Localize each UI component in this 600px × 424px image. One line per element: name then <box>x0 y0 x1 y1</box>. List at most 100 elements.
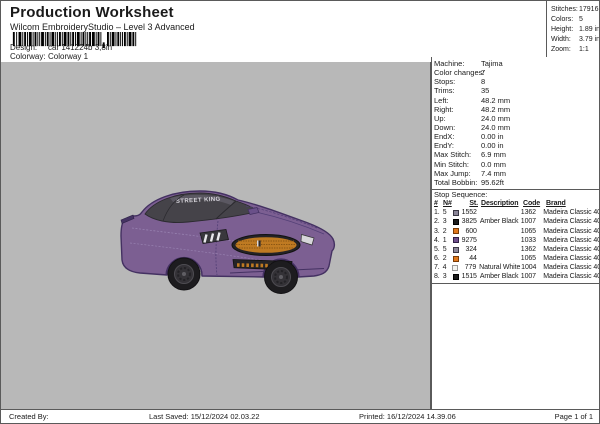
stitch-count: 779 <box>464 264 477 272</box>
stitch-count: 1552 <box>461 209 477 217</box>
swatch-cell <box>452 272 462 281</box>
thread-description <box>480 236 519 245</box>
page-number: Page 1 of 1 <box>554 412 593 421</box>
stop-sequence-table: 1. 5 1552 1362 Madeira Classic 40 2. 3 3… <box>434 208 600 282</box>
stats-value: 5 <box>579 16 583 23</box>
colorway-name: Colorway 1 <box>48 52 89 61</box>
col-header-brand: Brand <box>546 199 566 207</box>
thread-description: Amber Black <box>479 218 519 226</box>
stats-label: Colors: <box>551 16 574 23</box>
thread-brand: Madeira Classic 40 <box>543 273 600 281</box>
stats-row: Height: 1.89 in <box>551 25 600 35</box>
machine-info-row: Min Stitch: 0.0 mm <box>434 159 599 169</box>
machine-info-value: 95.62ft <box>481 177 504 187</box>
machine-info-label: Right: <box>434 104 454 114</box>
stats-value: 3.79 in <box>579 36 600 43</box>
machine-info-label: Color changes: <box>434 68 485 78</box>
stop-number: 3. <box>434 227 440 235</box>
machine-info-row: Total Bobbin: 95.62ft <box>434 177 599 187</box>
needle-number: 3 <box>442 273 447 281</box>
needle-number: 2 <box>442 255 447 263</box>
stop-number: 8. <box>434 273 440 281</box>
stop-number: 4. <box>434 236 440 244</box>
stats-row: Zoom: 1:1 <box>551 45 599 55</box>
machine-info-label: Machine: <box>434 59 465 68</box>
stitch-count: 600 <box>465 227 477 235</box>
stop-sequence-row: 7. 4 779 Natural White 1004 Madeira Clas… <box>434 263 599 272</box>
thread-brand: Madeira Classic 40 <box>543 209 600 217</box>
machine-info-value: 6.9 mm <box>481 150 507 160</box>
swatch-cell <box>452 217 462 226</box>
stitch-count: 1515 <box>461 273 477 281</box>
machine-info-row: Right: 48.2 mm <box>434 104 599 114</box>
design-row: Design: car 141224b 3,8in <box>10 43 112 52</box>
machine-info-label: Max Jump: <box>434 168 471 178</box>
machine-info-value: Tajima <box>481 59 503 68</box>
machine-info-value: 7 <box>481 68 486 78</box>
grille-badge <box>258 240 261 247</box>
stop-number: 6. <box>434 255 440 263</box>
footer: Created By: Last Saved: 15/12/2024 02.03… <box>1 409 599 423</box>
needle-number: 5 <box>442 209 447 217</box>
swatch-cell <box>452 236 462 245</box>
thread-color-swatch <box>452 246 459 253</box>
machine-info-value: 7.4 mm <box>481 168 507 178</box>
stop-sequence-header: # N# St. Description Code Brand <box>434 199 599 208</box>
production-worksheet-page: Production Worksheet Wilcom EmbroiderySt… <box>0 0 600 424</box>
machine-info-label: Down: <box>434 122 456 132</box>
machine-info-row: EndY: 0.00 in <box>434 141 599 150</box>
machine-info-row: Down: 24.0 mm <box>434 122 599 132</box>
stop-number: 5. <box>434 245 440 253</box>
stop-number: 2. <box>434 218 440 226</box>
thread-code: 1007 <box>520 273 536 281</box>
needle-number: 1 <box>442 236 447 244</box>
thread-brand: Madeira Classic 40 <box>543 236 600 244</box>
machine-info-label: Trims: <box>434 86 455 96</box>
thread-color-swatch <box>452 209 459 216</box>
machine-info-row: Trims: 35 <box>434 86 599 96</box>
design-canvas: STREET KING <box>1 62 431 412</box>
machine-info-row: Max Jump: 7.4 mm <box>434 168 599 178</box>
stats-label: Stitches: <box>551 6 578 13</box>
stats-value: 1.89 in <box>579 26 600 33</box>
col-header-swatch <box>453 199 462 208</box>
colorway-row: Colorway: Colorway 1 <box>10 52 112 61</box>
machine-info-value: 48.2 mm <box>481 95 511 105</box>
machine-info-label: Min Stitch: <box>434 159 470 169</box>
machine-info-row: EndX: 0.00 in <box>434 132 599 142</box>
stats-box: Stitches: 17916 Colors: 5 Height: 1.89 i… <box>546 1 600 58</box>
thread-code: 1007 <box>520 218 536 226</box>
thread-code: 1065 <box>520 255 536 263</box>
thread-brand: Madeira Classic 40 <box>543 245 600 253</box>
design-name: car 141224b 3,8in <box>48 43 113 52</box>
stats-label: Height: <box>551 26 574 33</box>
machine-info-value: 24.0 mm <box>481 113 511 123</box>
stitch-count: 3825 <box>461 218 477 226</box>
stop-sequence-row: 2. 3 3825 Amber Black 1007 Madeira Class… <box>434 217 599 226</box>
machine-info-value: 24.0 mm <box>481 122 511 132</box>
thread-color-swatch <box>452 218 459 225</box>
info-panel: Machine: Tajima Color changes: 7 Stops: … <box>431 57 600 412</box>
stats-value: 17916 <box>579 6 599 13</box>
machine-info-value: 0.0 mm <box>481 159 507 169</box>
created-by-label: Created By: <box>9 412 49 421</box>
stop-sequence-title: Stop Sequence: <box>434 189 488 199</box>
col-header-num: # <box>434 199 438 207</box>
col-header-code: Code <box>523 199 541 207</box>
thread-description <box>480 254 519 263</box>
needle-number: 2 <box>442 227 447 235</box>
machine-info-row: Left: 48.2 mm <box>434 95 599 105</box>
stop-sequence-row: 1. 5 1552 1362 Madeira Classic 40 <box>434 208 600 217</box>
stop-sequence-section: Stop Sequence: # N# St. Description Code… <box>432 188 600 284</box>
design-meta: Design: car 141224b 3,8in Colorway: Colo… <box>10 43 112 61</box>
thread-description: Natural White <box>479 264 521 272</box>
machine-info-value: 0.00 in <box>481 132 504 142</box>
swatch-cell <box>452 245 462 254</box>
machine-info-label: EndX: <box>434 132 455 142</box>
stitch-count: 324 <box>465 245 477 253</box>
machine-info-label: Total Bobbin: <box>434 177 478 187</box>
thread-code: 1004 <box>521 264 537 272</box>
swatch-cell <box>452 263 461 272</box>
machine-info-row: Max Stitch: 6.9 mm <box>434 150 599 160</box>
stats-row: Stitches: 17916 <box>551 5 599 15</box>
